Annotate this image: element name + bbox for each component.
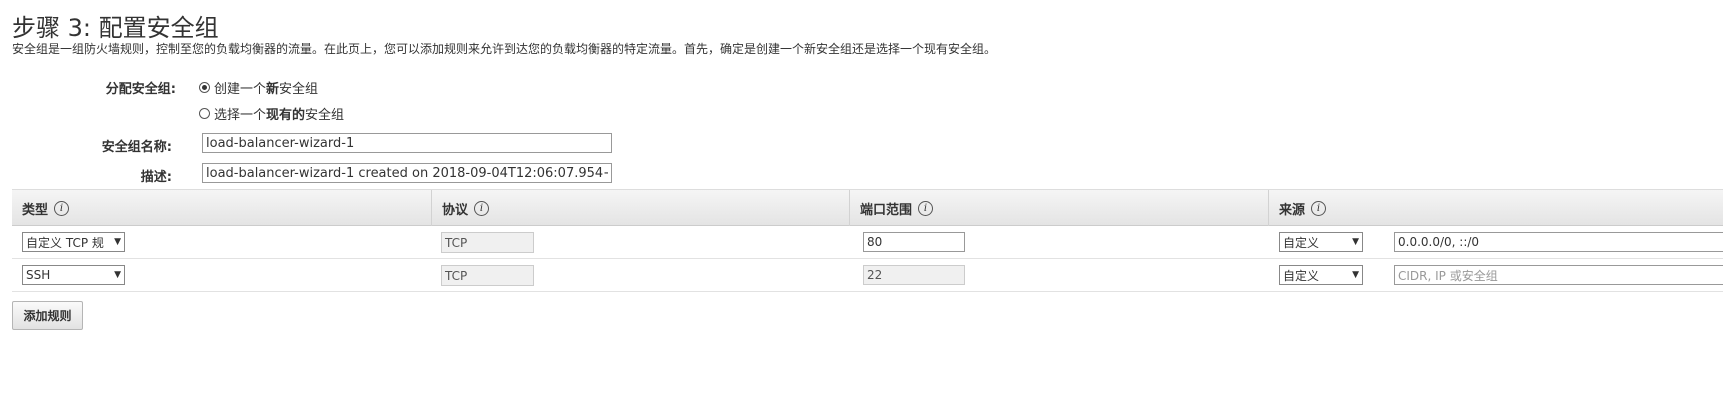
info-icon[interactable]: i [54,200,70,216]
chevron-down-icon: ▼ [1352,237,1359,247]
rules-table-header: 类型 i 协议 i 端口范围 i 来源 i [12,189,1723,226]
source-select[interactable]: 自定义 ▼ [1279,265,1363,285]
radio-label-bold: 新 [266,82,280,97]
page-title: 步骤 3: 配置安全组 [12,14,219,42]
assign-security-group-label: 分配安全组: [105,82,176,97]
radio-label-bold: 现有的 [266,108,306,123]
info-icon[interactable]: i [1311,200,1327,216]
security-group-name-label: 安全组名称: [101,140,172,155]
rules-table: 类型 i 协议 i 端口范围 i 来源 i 自定义 TCP 规 ▼ TCP 80… [12,189,1723,292]
source-input[interactable]: 0.0.0.0/0, ::/0 [1394,232,1723,252]
add-rule-button[interactable]: 添加规则 [12,301,83,330]
radio-select-existing[interactable]: 选择一个现有的安全组 [199,104,344,123]
chevron-down-icon: ▼ [114,237,121,247]
radio-label-suffix: 安全组 [279,82,319,97]
description-label: 描述: [140,170,172,185]
port-range-field: 22 [863,265,965,285]
column-header-protocol: 协议 i [431,190,851,226]
source-select-value: 自定义 [1283,268,1320,283]
column-header-port-range: 端口范围 i [849,190,1269,226]
column-header-label: 类型 [22,202,49,218]
radio-label-suffix: 安全组 [305,108,345,123]
source-input[interactable]: CIDR, IP 或安全组 [1394,265,1723,285]
security-group-name-input[interactable] [202,133,612,153]
protocol-field: TCP [441,265,534,286]
source-input-placeholder: CIDR, IP 或安全组 [1398,268,1498,283]
radio-label-select-existing: 选择一个现有的安全组 [214,104,344,123]
chevron-down-icon: ▼ [114,270,121,280]
column-header-label: 来源 [1279,202,1306,218]
radio-button-select-existing[interactable] [199,108,210,119]
type-select[interactable]: 自定义 TCP 规 ▼ [22,232,125,252]
column-header-label: 协议 [442,202,469,218]
column-header-type: 类型 i [12,190,432,226]
source-select[interactable]: 自定义 ▼ [1279,232,1363,252]
column-header-label: 端口范围 [860,202,913,218]
info-icon[interactable]: i [918,200,934,216]
type-select-value: SSH [26,268,51,282]
info-icon[interactable]: i [474,200,490,216]
source-select-value: 自定义 [1283,235,1320,250]
radio-create-new[interactable]: 创建一个新安全组 [199,78,318,97]
column-header-source: 来源 i [1268,190,1723,226]
radio-label-prefix: 创建一个 [214,82,267,97]
type-select-value: 自定义 TCP 规 [26,235,104,250]
type-select[interactable]: SSH ▼ [22,265,125,285]
protocol-field: TCP [441,232,534,253]
page-description: 安全组是一组防火墙规则，控制至您的负载均衡器的流量。在此页上，您可以添加规则来允… [12,42,997,56]
radio-label-prefix: 选择一个 [214,108,267,123]
description-input[interactable] [202,163,612,183]
radio-button-create-new[interactable] [199,82,210,93]
port-range-input[interactable]: 80 [863,232,965,252]
chevron-down-icon: ▼ [1352,270,1359,280]
radio-label-create-new: 创建一个新安全组 [214,78,318,97]
table-row: 自定义 TCP 规 ▼ TCP 80 自定义 ▼ 0.0.0.0/0, ::/0 [12,226,1723,259]
table-row: SSH ▼ TCP 22 自定义 ▼ CIDR, IP 或安全组 [12,259,1723,292]
